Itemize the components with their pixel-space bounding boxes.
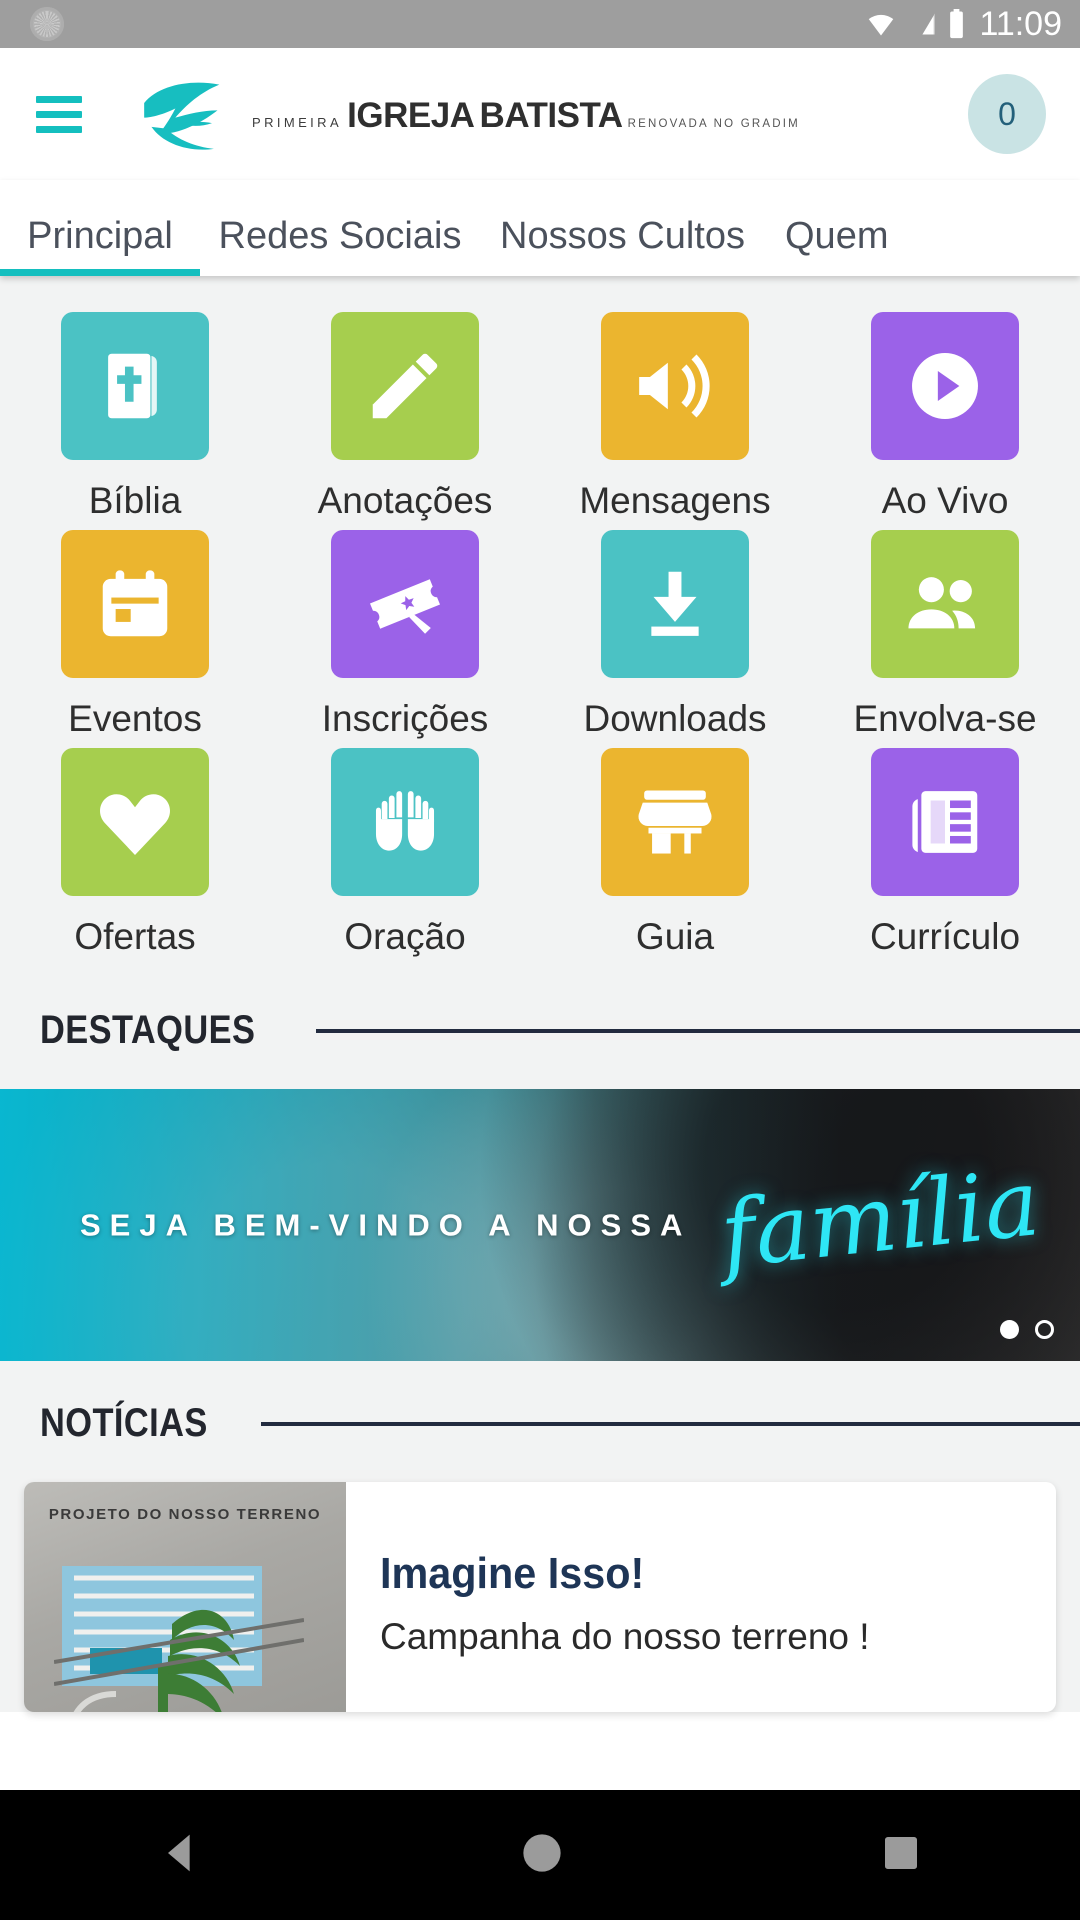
dove-leaf-logo-icon [134, 70, 246, 158]
recents-square-icon[interactable] [877, 1829, 925, 1881]
newspaper-icon [871, 748, 1019, 896]
carousel-dot[interactable] [1035, 1320, 1054, 1339]
grid-item-label: Ao Vivo [881, 480, 1009, 521]
status-bar-right: 11:09 [864, 5, 1062, 44]
news-thumb-artwork [54, 1566, 304, 1712]
status-bar-left [30, 7, 64, 41]
tab-quem-somos[interactable]: Quem [765, 215, 1025, 276]
grid-item-mensagens[interactable]: Mensagens [540, 312, 810, 522]
grid-item-label: Currículo [869, 916, 1021, 957]
tab-label: Principal [27, 215, 173, 257]
banner-text: SEJA BEM-VINDO A NOSSA família [80, 1149, 1045, 1289]
grid-item-label: Mensagens [579, 480, 771, 521]
main-content: Bíblia Anotações Mensagens Ao Vivo Event [0, 276, 1080, 1712]
news-subtitle: Campanha do nosso terreno ! [380, 1616, 870, 1657]
bible-icon [61, 312, 209, 460]
news-thumb-caption: PROJETO DO NOSSO TERRENO [48, 1506, 322, 1523]
grid-item-label: Anotações [317, 480, 493, 521]
tab-redes-sociais[interactable]: Redes Sociais [200, 215, 480, 276]
news-title: Imagine Isso! [380, 1549, 645, 1598]
app-header: PRIMEIRA IGREJA BATISTA RENOVADA NO GRAD… [0, 48, 1080, 180]
grid-item-eventos[interactable]: Eventos [0, 530, 270, 740]
tab-label: Redes Sociais [218, 215, 462, 257]
news-body: Imagine Isso! Campanha do nosso terreno … [346, 1482, 1056, 1712]
status-bar: 11:09 [0, 0, 1080, 48]
hamburger-menu-icon[interactable] [36, 88, 82, 141]
carousel-dots[interactable] [1000, 1320, 1054, 1339]
tab-nossos-cultos[interactable]: Nossos Cultos [480, 215, 765, 276]
cart-badge[interactable]: 0 [968, 74, 1046, 154]
brand-line-2: BATISTA [479, 95, 623, 135]
grid-item-curriculo[interactable]: Currículo [810, 748, 1080, 958]
grid-item-oracao[interactable]: Oração [270, 748, 540, 958]
brand-subtitle: RENOVADA NO GRADIM [627, 117, 800, 130]
section-divider [316, 1028, 1080, 1033]
grid-item-anotacoes[interactable]: Anotações [270, 312, 540, 522]
play-circle-icon [871, 312, 1019, 460]
praying-hands-icon [331, 748, 479, 896]
tab-principal[interactable]: Principal [0, 215, 200, 276]
home-circle-icon[interactable] [516, 1827, 568, 1883]
grid-item-ao-vivo[interactable]: Ao Vivo [810, 312, 1080, 522]
grid-item-inscricoes[interactable]: Inscrições [270, 530, 540, 740]
banner-kicker: SEJA BEM-VINDO A NOSSA [80, 1207, 692, 1242]
news-thumbnail: PROJETO DO NOSSO TERRENO [24, 1482, 346, 1712]
grid-item-label: Ofertas [74, 916, 196, 957]
news-card[interactable]: PROJETO DO NOSSO TERRENO Imagine Isso! C… [24, 1482, 1056, 1712]
brand-kicker: PRIMEIRA [252, 114, 343, 130]
heart-icon [61, 748, 209, 896]
people-icon [871, 530, 1019, 678]
cart-badge-count: 0 [998, 95, 1016, 132]
grid-item-label: Eventos [68, 698, 202, 739]
grid-item-biblia[interactable]: Bíblia [0, 312, 270, 522]
grid-item-guia[interactable]: Guia [540, 748, 810, 958]
grid-item-label: Guia [635, 916, 715, 957]
grid-item-label: Downloads [583, 698, 767, 739]
megaphone-icon [601, 312, 749, 460]
grid-item-envolva-se[interactable]: Envolva-se [810, 530, 1080, 740]
tab-label: Nossos Cultos [500, 215, 745, 257]
section-title: NOTÍCIAS [40, 1401, 208, 1445]
carousel-dot-active[interactable] [1000, 1320, 1019, 1339]
battery-icon [948, 9, 965, 39]
grid-item-label: Bíblia [88, 480, 182, 521]
loading-spinner-icon [30, 7, 64, 41]
pencil-icon [331, 312, 479, 460]
grid-item-ofertas[interactable]: Ofertas [0, 748, 270, 958]
tab-bar[interactable]: Principal Redes Sociais Nossos Cultos Qu… [0, 180, 1080, 276]
grid-item-label: Oração [344, 916, 466, 957]
status-bar-clock: 11:09 [979, 4, 1062, 43]
shortcut-grid: Bíblia Anotações Mensagens Ao Vivo Event [0, 276, 1080, 968]
back-triangle-icon[interactable] [155, 1827, 207, 1883]
highlight-banner[interactable]: SEJA BEM-VINDO A NOSSA família [0, 1089, 1080, 1361]
wifi-icon [864, 11, 898, 37]
ticket-icon [331, 530, 479, 678]
grid-item-downloads[interactable]: Downloads [540, 530, 810, 740]
grid-item-label: Envolva-se [853, 698, 1037, 739]
brand-line-1: IGREJA [347, 95, 475, 135]
grid-item-label: Inscrições [321, 698, 489, 739]
store-icon [601, 748, 749, 896]
brand-logo[interactable]: PRIMEIRA IGREJA BATISTA RENOVADA NO GRAD… [134, 70, 800, 158]
section-title: DESTAQUES [40, 1008, 256, 1052]
noticias-section-header: NOTÍCIAS [0, 1361, 1080, 1482]
android-nav-bar[interactable] [0, 1790, 1080, 1920]
destaques-section-header: DESTAQUES [0, 968, 1080, 1089]
download-icon [601, 530, 749, 678]
section-divider [261, 1421, 1080, 1426]
calendar-icon [61, 530, 209, 678]
brand-wordmark: PRIMEIRA IGREJA BATISTA RENOVADA NO GRAD… [252, 95, 800, 134]
cell-signal-icon [908, 10, 938, 38]
tab-label: Quem [785, 215, 889, 257]
